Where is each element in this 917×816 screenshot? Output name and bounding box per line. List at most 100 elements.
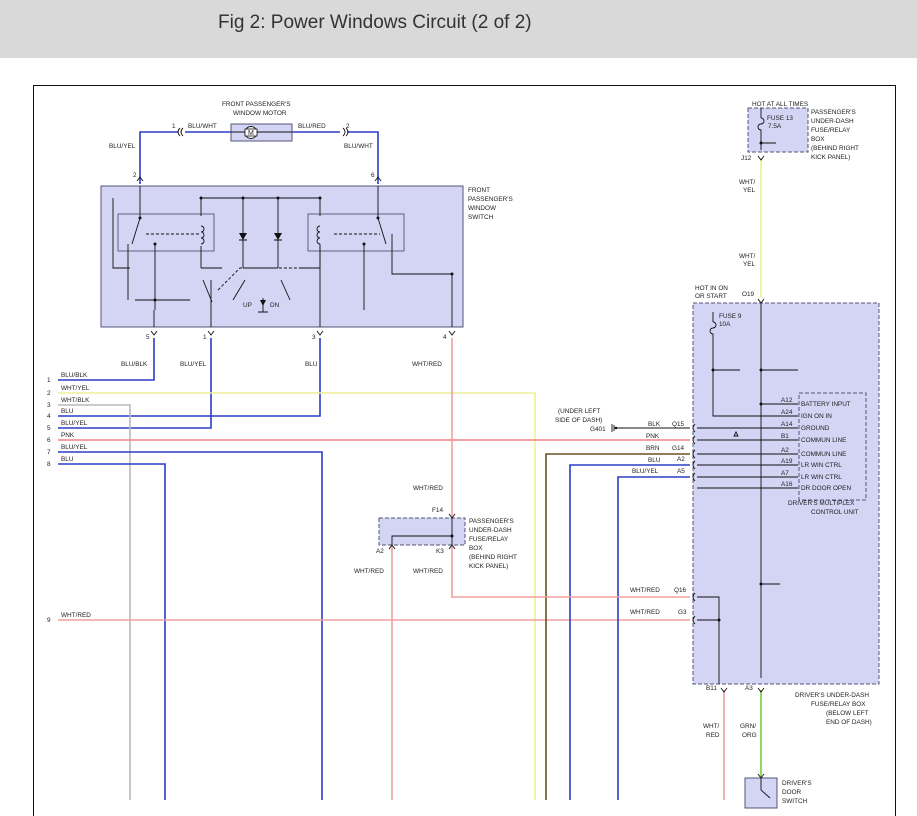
- wire-motor-left: [139, 131, 178, 184]
- wire-label-motor-left: BLU/WHT: [188, 123, 217, 130]
- harness-wire-label: BLU/BLK: [61, 372, 88, 379]
- fuse13-line-6: KICK PANEL): [811, 154, 850, 161]
- mpcu-pin-id: A14: [781, 421, 793, 428]
- wire-label-pnk: PNK: [646, 433, 660, 440]
- driver-box-line-2: FUSE/RELAY BOX: [811, 701, 866, 708]
- harness-wire-label: WHT/YEL: [61, 385, 90, 392]
- harness-connector: 1 BLU/BLK 2 WHT/YEL 3 WHT/BLK 4 BLU 5 BLU/YEL 6 PNK…: [47, 372, 91, 624]
- pfb-line-5: (BEHIND RIGHT: [469, 554, 517, 561]
- pin-a2-mpcu: A2: [677, 456, 685, 463]
- mpcu-pin-id: B1: [781, 433, 789, 440]
- wire-label-motor-right: BLU/RED: [298, 123, 326, 130]
- fuse13-line-4: BOX: [811, 136, 825, 143]
- mpcu-pin-id: A19: [781, 458, 793, 465]
- switch-line-1: FRONT: [468, 187, 490, 194]
- mpcu-title-2: CONTROL UNIT: [811, 509, 859, 516]
- pfb-line-1: PASSENGER'S: [469, 518, 514, 525]
- ground-line-1: (UNDER LEFT: [558, 408, 600, 415]
- ground-g401: (UNDER LEFT SIDE OF DASH) G401: [555, 408, 690, 433]
- mpcu-pin-label: LR WIN CTRL: [801, 474, 842, 481]
- pin-g14: G14: [672, 445, 685, 452]
- driver-box-line-3: (BELOW LEFT: [826, 710, 869, 717]
- harness-wire-label: WHT/RED: [61, 612, 91, 619]
- mpcu-pin-label: BATTERY INPUT: [801, 401, 851, 408]
- wire-label-b11-2: RED: [706, 732, 720, 739]
- pin-a3: A3: [745, 685, 753, 692]
- mpcu-title-1: DRIVER'S MULTIPLEX: [788, 500, 855, 507]
- wire-label-a2: WHT/RED: [354, 568, 384, 575]
- harness-pin-number: 1: [47, 377, 51, 384]
- window-motor: M: [230, 123, 293, 142]
- motor-title-2: WINDOW MOTOR: [233, 110, 287, 117]
- wire-label-blu: BLU: [648, 457, 661, 464]
- fuse13-line-3: FUSE/RELAY: [811, 127, 851, 134]
- driver-box-line-4: END OF DASH): [826, 719, 872, 726]
- fuse13-rating: 7.5A: [768, 123, 782, 130]
- wire-label-motor-right-down: BLU/WHT: [344, 143, 373, 150]
- wire-label-fuse13-2: YEL: [743, 187, 756, 194]
- switch-line-4: SWITCH: [468, 214, 494, 221]
- harness-pin-number: 7: [47, 449, 51, 456]
- mpcu-pin-id: A7: [781, 470, 789, 477]
- fuse13-line-1: PASSENGER'S: [811, 109, 856, 116]
- wire-label-k3: WHT/RED: [413, 568, 443, 575]
- door-switch-line-2: DOOR: [782, 789, 802, 796]
- mpcu-pin-id: A24: [781, 409, 793, 416]
- fuse13-name: FUSE 13: [767, 115, 793, 122]
- door-switch-line-1: DRIVER'S: [782, 780, 812, 787]
- pin-sw-3: 3: [312, 334, 316, 341]
- wire-h8-blu: [58, 463, 166, 800]
- pin-sw-6: 6: [371, 172, 375, 179]
- mpcu-pin-label: IGN ON IN: [801, 413, 832, 420]
- fuse13-pin: J12: [741, 155, 752, 162]
- ground-line-2: SIDE OF DASH): [555, 417, 602, 424]
- mpcu-pin-label: COMMUN LINE: [801, 437, 846, 444]
- fuse9-rating: 10A: [719, 321, 731, 328]
- wire-label-sw3: BLU: [305, 361, 318, 368]
- pin-sw-2: 2: [133, 172, 137, 179]
- switch-dn-label: DN: [270, 302, 280, 309]
- switch-up-label: UP: [243, 302, 252, 309]
- wire-bluyel-mpcu: [617, 476, 690, 800]
- pfb-pin-top: F14: [432, 507, 443, 514]
- mpcu-pin-label: GROUND: [801, 425, 830, 432]
- fuse9-pin: O19: [742, 291, 755, 298]
- wire-label-fuse13-1: WHT/: [739, 179, 756, 186]
- harness-wire-label: BLU/YEL: [61, 444, 88, 451]
- wire-label-a3-1: GRN/: [740, 723, 756, 730]
- wire-label-brn: BRN: [646, 445, 660, 452]
- pin-sw-1: 1: [203, 334, 207, 341]
- wire-label-fuse13-4: YEL: [743, 261, 756, 268]
- harness-pin-number: 4: [47, 413, 51, 420]
- fuse13-box: HOT AT ALL TIMES FUSE 13 7.5A J12 PASSEN…: [741, 101, 859, 162]
- mpcu-pin-label: LR WIN CTRL: [801, 462, 842, 469]
- motor-title-1: FRONT PASSENGER'S: [222, 101, 290, 108]
- harness-pin-number: 8: [47, 461, 51, 468]
- wire-label-a3-2: ORG: [742, 732, 757, 739]
- pin-motor-right: 2: [346, 123, 350, 130]
- pfb-line-2: UNDER-DASH: [469, 527, 512, 534]
- wire-label-whtred-mid: WHT/RED: [413, 485, 443, 492]
- wire-label-sw5: BLU/BLK: [121, 361, 148, 368]
- wire-label-bluyel: BLU/YEL: [632, 468, 659, 475]
- pfb-pin-k3: K3: [436, 548, 444, 555]
- pin-motor-left: 1: [172, 123, 176, 130]
- harness-pin-number: 2: [47, 390, 51, 397]
- harness-pin-number: 6: [47, 437, 51, 444]
- switch-line-3: WINDOW: [468, 205, 497, 212]
- pfb-pin-a2: A2: [376, 548, 384, 555]
- harness-wire-label: WHT/BLK: [61, 397, 90, 404]
- harness-pin-number: 5: [47, 425, 51, 432]
- wire-label-g3: WHT/RED: [630, 609, 660, 616]
- wire-h7-bluyel: [58, 451, 323, 800]
- wire-label-switch-left-in: BLU/YEL: [109, 143, 136, 150]
- harness-pin-number: 9: [47, 617, 51, 624]
- wire-blu: [569, 464, 690, 800]
- harness-pin-number: 3: [47, 402, 51, 409]
- harness-wire-label: BLU: [61, 408, 74, 415]
- wire-label-b11-1: WHT/: [703, 723, 720, 730]
- motor-symbol: M: [248, 130, 254, 137]
- pin-q15: Q15: [672, 421, 685, 428]
- fuse9-name: FUSE 9: [719, 313, 742, 320]
- wire-label-q16: WHT/RED: [630, 587, 660, 594]
